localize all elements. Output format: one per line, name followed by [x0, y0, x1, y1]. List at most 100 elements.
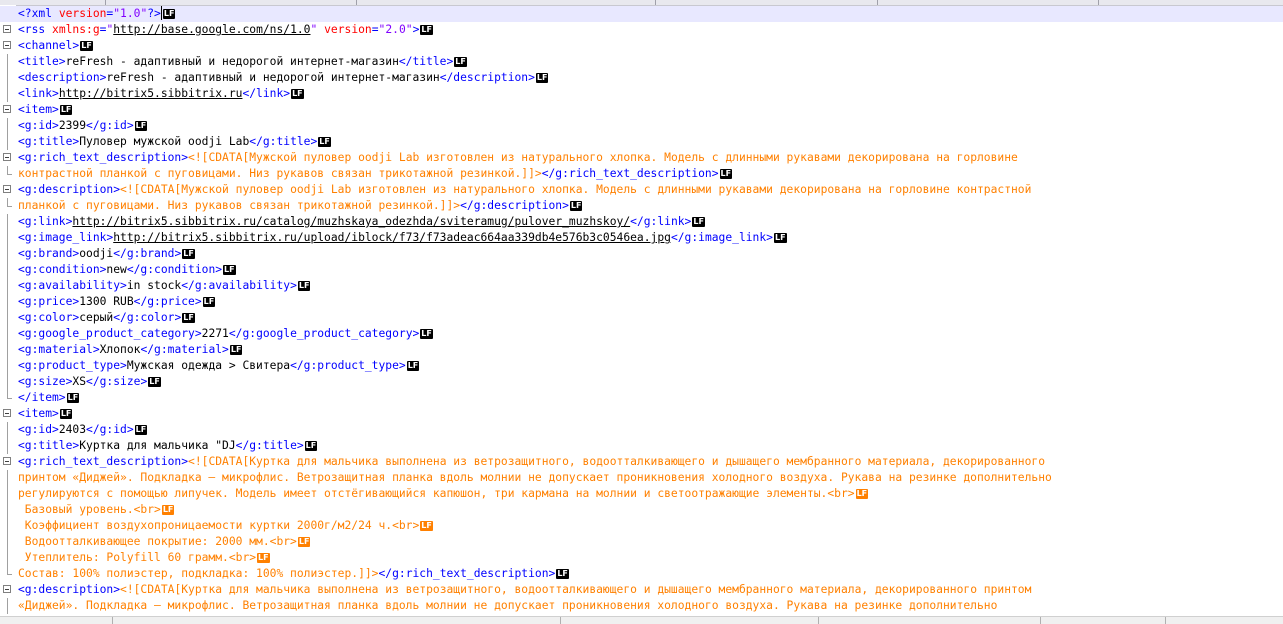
xml-tag: <g:availability> — [18, 279, 127, 292]
line-code: <g:description><![CDATA[Мужской пуловер … — [18, 182, 1031, 198]
xml-tag: <g:rich_text_description> — [18, 151, 189, 164]
code-line[interactable]: <g:description><![CDATA[Куртка для мальч… — [0, 582, 1283, 598]
cdata-text: <![CDATA[Мужской пуловер oodji Lab изгот… — [120, 183, 1032, 196]
cdata-text: Базовый уровень.<br> — [18, 503, 161, 516]
xml-tag: </g:title> — [235, 439, 304, 452]
code-line[interactable]: <g:image_link>http://bitrix5.sibbitrix.r… — [0, 230, 1283, 246]
url-link[interactable]: http://bitrix5.sibbitrix.ru — [59, 87, 243, 100]
code-line[interactable]: <?xml version="1.0"?> LF — [0, 6, 1283, 22]
code-line[interactable]: планкой с пуговицами. Низ рукавов связан… — [0, 198, 1283, 214]
code-line[interactable]: Утеплитель: Polyfill 60 грамм.<br> LF — [0, 550, 1283, 566]
line-code: Водоотталкивающее покрытие: 2000 мм.<br>… — [18, 534, 311, 550]
line-code: Коэффициент воздухопроницаемости куртки … — [18, 518, 433, 534]
line-code: <item> LF — [18, 102, 73, 118]
line-code: принтом «Диджей». Подкладка – микрофлис.… — [18, 470, 1052, 486]
code-line[interactable]: <g:id>2399</g:id> LF — [0, 118, 1283, 134]
url-link[interactable]: http://bitrix5.sibbitrix.ru/upload/ibloc… — [113, 231, 671, 244]
code-line[interactable]: <item> LF — [0, 406, 1283, 422]
line-code: Базовый уровень.<br> LF — [18, 502, 175, 518]
code-line[interactable]: <g:color>серый</g:color> LF — [0, 310, 1283, 326]
fold-toggle-icon[interactable] — [3, 585, 11, 593]
code-line[interactable]: </item> LF — [0, 390, 1283, 406]
fold-toggle-icon[interactable] — [3, 25, 11, 33]
code-line[interactable]: Водоотталкивающее покрытие: 2000 мм.<br>… — [0, 534, 1283, 550]
line-code: <g:brand>oodji</g:brand> LF — [18, 246, 195, 262]
fold-toggle-icon[interactable] — [3, 409, 11, 417]
code-line[interactable]: <g:rich_text_description><![CDATA[Мужско… — [0, 150, 1283, 166]
xml-tag: <g:rich_text_description> — [18, 455, 189, 468]
code-line[interactable]: контрастной планкой с пуговицами. Низ ру… — [0, 166, 1283, 182]
line-code: <rss xmlns:g="http://base.google.com/ns/… — [18, 22, 433, 38]
code-line[interactable]: <g:price>1300 RUB</g:price> LF — [0, 294, 1283, 310]
xml-tag: <channel> — [18, 39, 80, 52]
fold-toggle-icon[interactable] — [3, 185, 11, 193]
xml-tag: <description> — [18, 71, 107, 84]
fold-guide — [7, 342, 8, 358]
xml-tag: </g:size> — [86, 375, 148, 388]
text-content: 1300 RUB — [79, 295, 134, 308]
xml-tag: <rss — [18, 23, 53, 36]
code-line[interactable]: <g:description><![CDATA[Мужской пуловер … — [0, 182, 1283, 198]
code-line[interactable]: <g:google_product_category>2271</g:googl… — [0, 326, 1283, 342]
fold-toggle-icon[interactable] — [3, 457, 11, 465]
line-code: <channel> LF — [18, 38, 93, 54]
code-line[interactable]: <link>http://bitrix5.sibbitrix.ru</link>… — [0, 86, 1283, 102]
code-line[interactable]: <g:brand>oodji</g:brand> LF — [0, 246, 1283, 262]
code-line[interactable]: <g:availability>in stock</g:availability… — [0, 278, 1283, 294]
line-feed-marker: LF — [304, 441, 318, 451]
code-line[interactable]: Базовый уровень.<br> LF — [0, 502, 1283, 518]
code-line[interactable]: <g:size>XS</g:size> LF — [0, 374, 1283, 390]
code-line[interactable]: принтом «Диджей». Подкладка – микрофлис.… — [0, 470, 1283, 486]
line-feed-marker: LF — [297, 537, 311, 547]
fold-toggle-icon[interactable] — [3, 105, 11, 113]
cdata-text: Утеплитель: Polyfill 60 грамм.<br> — [18, 551, 257, 564]
code-line[interactable]: <rss xmlns:g="http://base.google.com/ns/… — [0, 22, 1283, 38]
xml-tag: </g:google_product_category> — [228, 327, 420, 340]
code-line[interactable]: <g:condition>new</g:condition> LF — [0, 262, 1283, 278]
code-line[interactable]: <g:title>Пуловер мужской oodji Lab</g:ti… — [0, 134, 1283, 150]
xml-attribute-name: xmlns:g — [52, 23, 100, 36]
code-line[interactable]: регулируются с помощью липучек. Модель и… — [0, 486, 1283, 502]
code-line[interactable]: «Диджей». Подкладка – микрофлис. Ветроза… — [0, 598, 1283, 614]
xml-tag: <g:id> — [18, 423, 59, 436]
code-line[interactable]: <g:material>Хлопок</g:material> LF — [0, 342, 1283, 358]
code-line[interactable]: Коэффициент воздухопроницаемости куртки … — [0, 518, 1283, 534]
xml-attribute-name: version — [324, 23, 372, 36]
fold-end-guide — [7, 566, 12, 575]
line-feed-marker: LF — [297, 281, 311, 291]
text-content: XS — [72, 375, 87, 388]
line-feed-marker: LF — [182, 249, 195, 259]
line-code: <g:color>серый</g:color> LF — [18, 310, 195, 326]
line-feed-marker: LF — [134, 121, 148, 131]
url-link[interactable]: http://base.google.com/ns/1.0 — [113, 23, 310, 36]
code-line[interactable]: <item> LF — [0, 102, 1283, 118]
code-line[interactable]: Состав: 100% полиэстер, подкладка: 100% … — [0, 566, 1283, 582]
xml-tag: </g:rich_text_description> — [378, 567, 556, 580]
fold-guide — [7, 278, 8, 294]
code-line[interactable]: <g:id>2403</g:id> LF — [0, 422, 1283, 438]
xml-tag: </g:brand> — [113, 247, 182, 260]
xml-attribute-value: "2.0" — [378, 23, 413, 36]
code-line[interactable]: <channel> LF — [0, 38, 1283, 54]
line-feed-marker: LF — [569, 201, 583, 211]
code-line[interactable]: <g:product_type>Мужская одежда > Свитера… — [0, 358, 1283, 374]
fold-toggle-icon[interactable] — [3, 153, 11, 161]
tab-separator — [356, 0, 357, 5]
line-feed-marker: LF — [202, 297, 216, 307]
code-line[interactable]: <title>reFresh - адаптивный и недорогой … — [0, 54, 1283, 70]
code-line[interactable]: <description>reFresh - адаптивный и недо… — [0, 70, 1283, 86]
code-line[interactable]: <g:title>Куртка для мальчика "DJ</g:titl… — [0, 438, 1283, 454]
line-code: «Диджей». Подкладка – микрофлис. Ветроза… — [18, 598, 997, 614]
editor-text-area[interactable]: <?xml version="1.0"?> LF <rss xmlns:g="htt… — [0, 6, 1283, 614]
text-content: Мужская одежда > Свитера — [126, 359, 291, 372]
cdata-text: Водоотталкивающее покрытие: 2000 мм.<br> — [18, 535, 297, 548]
text-content: 2399 — [58, 119, 87, 132]
fold-toggle-icon[interactable] — [3, 41, 11, 49]
fold-guide — [7, 598, 8, 614]
xml-tag: </g:price> — [133, 295, 202, 308]
code-line[interactable]: <g:link>http://bitrix5.sibbitrix.ru/cata… — [0, 214, 1283, 230]
line-feed-marker: LF — [291, 89, 304, 99]
code-line[interactable]: <g:rich_text_description><![CDATA[Куртка… — [0, 454, 1283, 470]
url-link[interactable]: http://bitrix5.sibbitrix.ru/catalog/muzh… — [72, 215, 630, 228]
line-code: <g:google_product_category>2271</g:googl… — [18, 326, 433, 342]
